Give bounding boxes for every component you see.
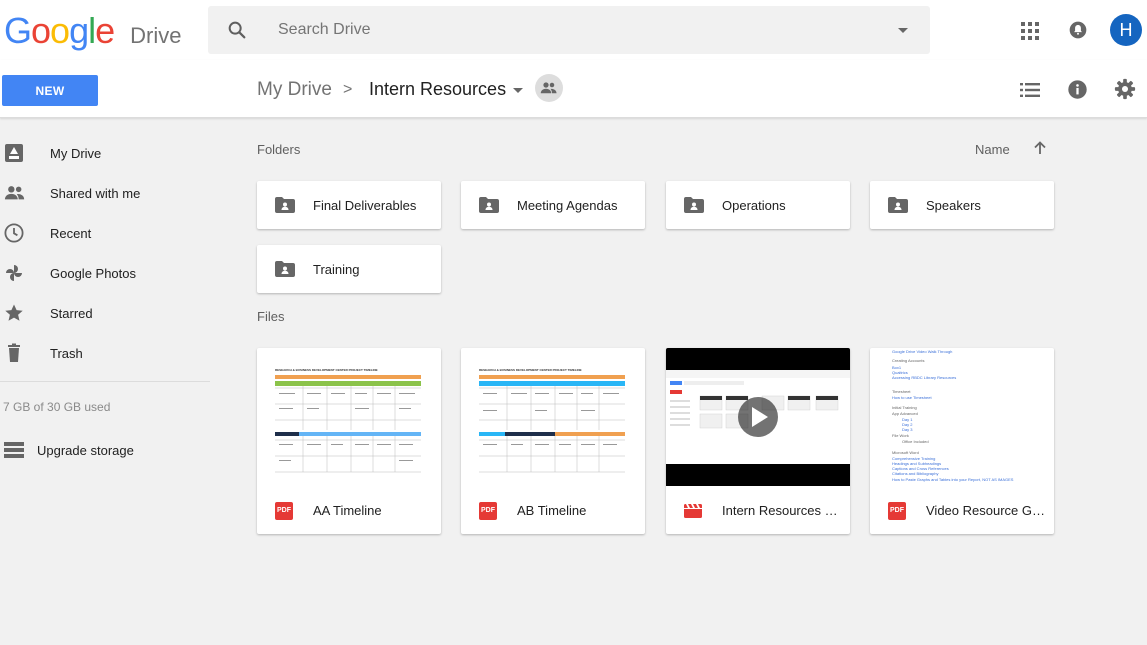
breadcrumb-separator: > (343, 81, 353, 98)
search-options-dropdown-icon[interactable] (898, 28, 908, 33)
sidebar-nav: My Drive Shared with me Recent Google Ph… (0, 133, 210, 458)
file-card-ab-timeline[interactable]: RESEARCH & BUSINESS DEVELOPMENT CENTER P… (461, 348, 645, 534)
file-thumbnail-video (666, 348, 850, 486)
storage-usage-text: 7 GB of 30 GB used (3, 400, 111, 414)
info-icon[interactable] (1067, 79, 1088, 105)
search-bar[interactable] (208, 6, 930, 54)
file-name: Intern Resources Video (722, 503, 842, 518)
action-bar: NEW My Drive > Intern Resources (0, 60, 1147, 118)
file-card-intern-resources-video[interactable]: Intern Resources Video (666, 348, 850, 534)
folder-menu-chevron-down-icon[interactable] (513, 88, 523, 93)
notifications-bell-icon[interactable] (1068, 20, 1088, 45)
shared-folder-icon[interactable] (535, 74, 563, 102)
sort-by-name-label[interactable]: Name (975, 142, 1010, 157)
account-avatar[interactable]: H (1110, 14, 1142, 46)
sort-direction-arrow-up-icon[interactable] (1033, 141, 1047, 160)
pdf-file-icon: PDF (888, 502, 906, 520)
drive-icon (4, 143, 24, 168)
search-input[interactable] (278, 6, 878, 54)
product-name: Drive (130, 23, 182, 48)
pdf-file-icon: PDF (275, 502, 293, 520)
file-name: AB Timeline (517, 503, 587, 518)
sidebar-item-starred[interactable]: Starred (0, 293, 210, 333)
sidebar-item-recent[interactable]: Recent (0, 213, 210, 253)
file-thumbnail-timeline: RESEARCH & BUSINESS DEVELOPMENT CENTER P… (257, 348, 441, 486)
breadcrumb-my-drive[interactable]: My Drive (257, 79, 332, 101)
settings-gear-icon[interactable] (1114, 78, 1136, 105)
folder-card-final-deliverables[interactable]: Final Deliverables (257, 181, 441, 229)
upgrade-storage-link[interactable]: Upgrade storage (0, 433, 200, 467)
storage-bars-icon (4, 442, 24, 463)
pdf-file-icon: PDF (479, 502, 497, 520)
folder-card-speakers[interactable]: Speakers (870, 181, 1054, 229)
new-button[interactable]: NEW (2, 75, 98, 106)
google-drive-logo[interactable]: Google Drive (4, 10, 182, 51)
pinwheel-icon (4, 263, 24, 288)
folder-card-meeting-agendas[interactable]: Meeting Agendas (461, 181, 645, 229)
breadcrumb-current-folder[interactable]: Intern Resources (369, 79, 506, 100)
folders-section-label: Folders (257, 142, 301, 157)
shared-folder-icon (479, 197, 499, 218)
sidebar-item-shared-with-me[interactable]: Shared with me (0, 173, 210, 213)
trash-icon (4, 343, 24, 368)
shared-folder-icon (684, 197, 704, 218)
folder-name: Operations (722, 198, 786, 213)
folder-name: Final Deliverables (313, 198, 417, 213)
file-name: Video Resource Guide (926, 503, 1046, 518)
folder-name: Meeting Agendas (517, 198, 618, 213)
file-card-video-resource-guide[interactable]: Google Drive Video Walk Through Creating… (870, 348, 1054, 534)
sidebar-divider (0, 381, 210, 382)
google-logo-text: Google (4, 10, 115, 51)
video-file-icon (684, 502, 702, 525)
sidebar-item-trash[interactable]: Trash (0, 333, 210, 373)
shared-folder-icon (888, 197, 908, 218)
folder-card-operations[interactable]: Operations (666, 181, 850, 229)
file-thumbnail-timeline: RESEARCH & BUSINESS DEVELOPMENT CENTER P… (461, 348, 645, 486)
people-icon (4, 183, 26, 208)
shared-folder-icon (275, 261, 295, 282)
search-icon[interactable] (226, 19, 248, 46)
folder-name: Speakers (926, 198, 981, 213)
file-name: AA Timeline (313, 503, 382, 518)
sidebar-item-my-drive[interactable]: My Drive (0, 133, 210, 173)
star-icon (4, 303, 24, 328)
folder-card-training[interactable]: Training (257, 245, 441, 293)
top-bar: Google Drive H (0, 0, 1147, 60)
apps-grid-icon[interactable] (1021, 22, 1039, 40)
files-section-label: Files (257, 309, 285, 324)
shared-folder-icon (275, 197, 295, 218)
clock-icon (4, 223, 24, 248)
file-thumbnail-document: Google Drive Video Walk Through Creating… (892, 349, 1014, 482)
folder-name: Training (313, 262, 360, 277)
list-view-icon[interactable] (1020, 82, 1040, 103)
file-card-aa-timeline[interactable]: RESEARCH & BUSINESS DEVELOPMENT CENTER P… (257, 348, 441, 534)
sidebar-item-google-photos[interactable]: Google Photos (0, 253, 210, 293)
